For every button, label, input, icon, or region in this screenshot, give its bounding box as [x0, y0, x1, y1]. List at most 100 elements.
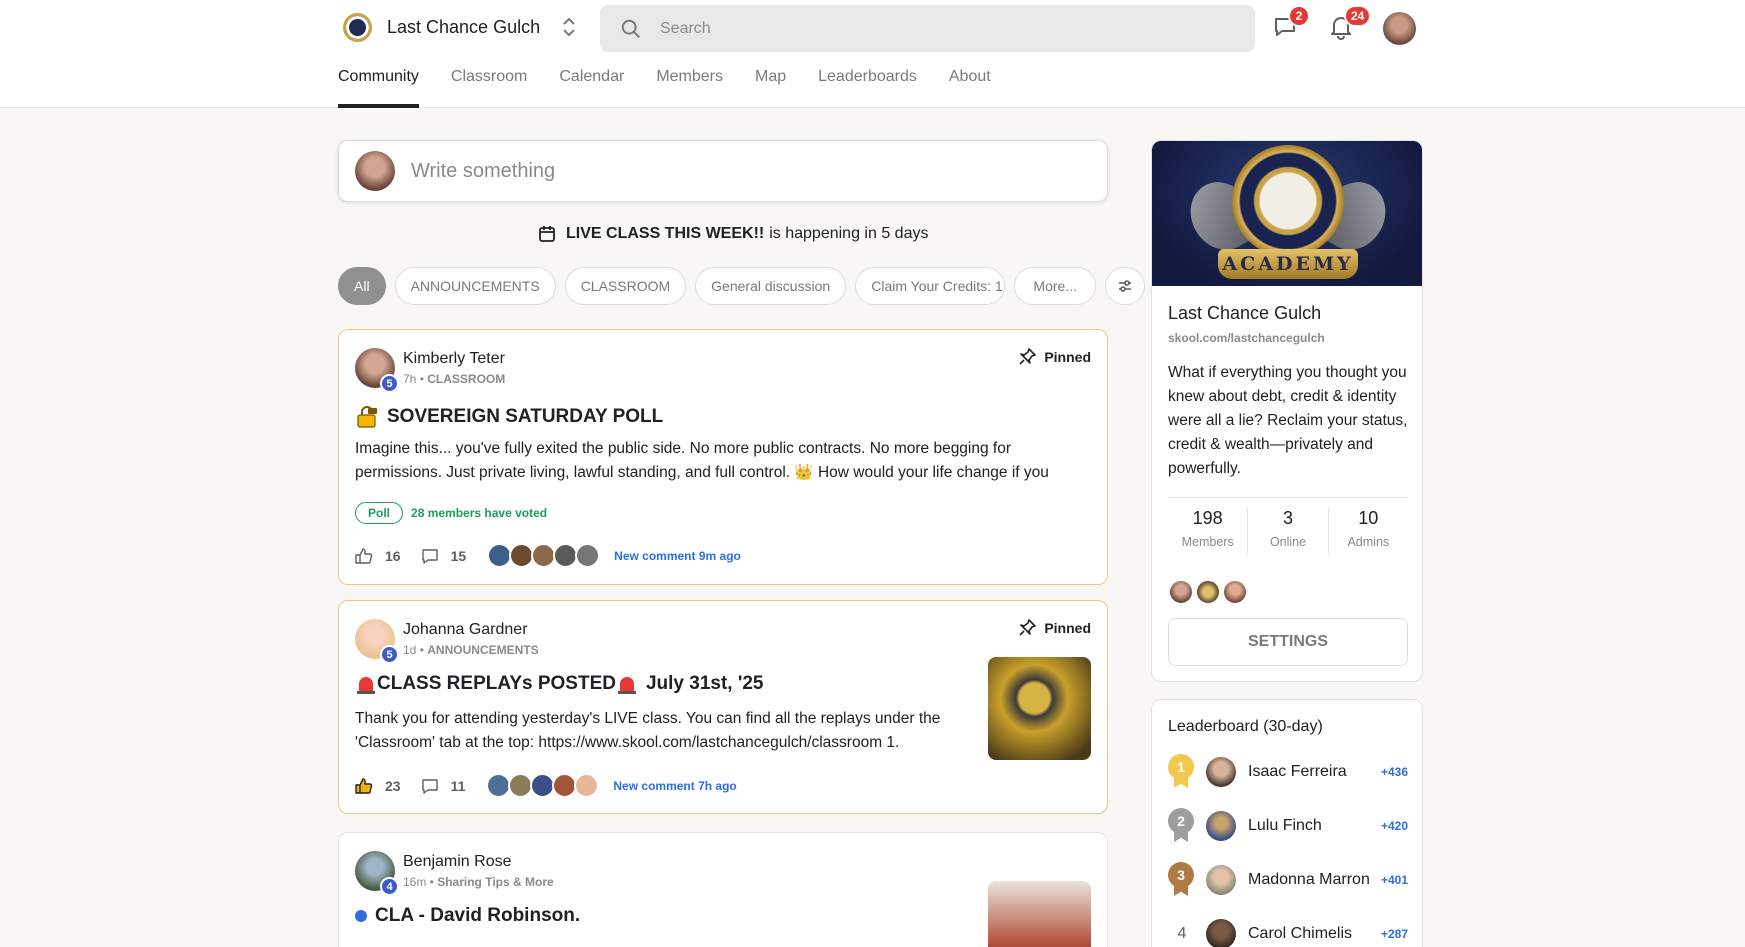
filter-claim-credits[interactable]: Claim Your Credits: 1: [855, 267, 1006, 305]
post-thumbnail[interactable]: [988, 657, 1091, 760]
post-author[interactable]: Johanna Gardner: [403, 621, 528, 639]
search-bar[interactable]: [600, 5, 1255, 52]
tab-calendar[interactable]: Calendar: [559, 68, 624, 108]
new-comment-link[interactable]: New comment 9m ago: [614, 549, 741, 563]
like-icon[interactable]: [355, 547, 373, 565]
post-category[interactable]: CLASSROOM: [427, 372, 505, 386]
notifications-badge: 24: [1344, 5, 1372, 27]
tab-members[interactable]: Members: [656, 68, 723, 108]
pinned-label: Pinned: [1019, 348, 1091, 365]
filter-more[interactable]: More...: [1014, 267, 1097, 305]
filter-all[interactable]: All: [338, 267, 386, 305]
filter-announcements[interactable]: ANNOUNCEMENTS: [394, 267, 556, 305]
post-actions: 23 11 New comment 7h ago: [355, 773, 737, 798]
post-title-date: July 31st, '25: [645, 673, 764, 694]
leader-name: Madonna Marron: [1248, 871, 1370, 888]
stat-label: Online: [1269, 535, 1307, 549]
avatar[interactable]: [1222, 579, 1248, 605]
commenter-avatars: [487, 543, 601, 568]
tab-community[interactable]: Community: [338, 68, 419, 108]
group-title: Last Chance Gulch: [1168, 303, 1322, 323]
leaderboard-row[interactable]: 1 Isaac Ferreira +436: [1168, 754, 1408, 790]
tab-map[interactable]: Map: [755, 68, 786, 108]
nav-tabs: Community Classroom Calendar Members Map…: [338, 68, 1023, 108]
poll-chip: Poll: [355, 502, 404, 524]
post-title[interactable]: CLA - David Robinson.: [355, 905, 580, 927]
gold-medal-icon: 1: [1168, 754, 1196, 790]
calendar-icon: [539, 226, 555, 242]
post-excerpt: Imagine this... you've fully exited the …: [355, 440, 1049, 481]
post-author[interactable]: Benjamin Rose: [403, 853, 512, 871]
chat-button[interactable]: 2: [1272, 5, 1310, 44]
comment-icon[interactable]: [421, 777, 439, 795]
silver-medal-icon: 2: [1168, 808, 1196, 844]
stat-admins[interactable]: 10 Admins: [1329, 508, 1408, 554]
new-comment-link[interactable]: New comment 7h ago: [613, 779, 736, 793]
group-banner[interactable]: ACADEMY: [1152, 141, 1422, 286]
search-input[interactable]: [660, 19, 1220, 38]
commenter-avatars: [486, 773, 600, 798]
comment-count: 11: [450, 777, 466, 794]
leaderboard-row[interactable]: 3 Madonna Marron +401: [1168, 862, 1408, 898]
stat-value: 198: [1192, 508, 1223, 528]
stat-value: 3: [1282, 508, 1293, 528]
post-title[interactable]: CLASS REPLAYs POSTED July 31st, '25: [355, 673, 764, 695]
post-category[interactable]: ANNOUNCEMENTS: [427, 643, 538, 657]
post-card[interactable]: 5 Johanna Gardner 1d • ANNOUNCEMENTS Pin…: [338, 600, 1108, 814]
composer-placeholder: Write something: [411, 159, 556, 182]
academy-seal-icon: [1232, 145, 1344, 257]
filter-general-discussion[interactable]: General discussion: [695, 267, 847, 305]
medal-rank: 1: [1168, 754, 1194, 780]
pinned-label: Pinned: [1019, 619, 1091, 636]
poll-summary[interactable]: Poll 28 members have voted: [355, 502, 547, 524]
filter-settings-button[interactable]: [1105, 267, 1146, 305]
group-switcher[interactable]: Last Chance Gulch: [343, 12, 576, 42]
stat-value: 10: [1358, 508, 1379, 528]
stat-members[interactable]: 198 Members: [1168, 508, 1249, 554]
chevron-up-down-icon[interactable]: [562, 16, 576, 38]
group-url[interactable]: skool.com/lastchancegulch: [1168, 331, 1325, 345]
avatar: [1206, 865, 1236, 895]
group-logo-icon: [343, 12, 372, 42]
tab-classroom[interactable]: Classroom: [451, 68, 527, 108]
post-author[interactable]: Kimberly Teter: [403, 350, 505, 368]
tab-about[interactable]: About: [949, 68, 991, 108]
settings-button[interactable]: SETTINGS: [1168, 618, 1408, 666]
like-icon[interactable]: [355, 777, 373, 795]
post-category[interactable]: Sharing Tips & More: [437, 875, 553, 889]
post-thumbnail[interactable]: [988, 881, 1091, 947]
post-card[interactable]: 5 Kimberly Teter 7h • CLASSROOM Pinned S…: [338, 329, 1108, 585]
search-icon: [621, 19, 640, 38]
leader-points: +436: [1380, 765, 1408, 779]
avatar: [1206, 919, 1236, 947]
filter-classroom[interactable]: CLASSROOM: [564, 267, 687, 305]
user-avatar[interactable]: [1383, 12, 1416, 45]
comment-count: 15: [450, 547, 467, 564]
leaderboard-row[interactable]: 2 Lulu Finch +420: [1168, 808, 1408, 844]
group-description: What if everything you thought you knew …: [1168, 364, 1408, 477]
comment-icon[interactable]: [421, 547, 439, 565]
leaderboard-row[interactable]: 4 Carol Chimelis +287: [1168, 916, 1408, 947]
admin-avatars: [1168, 579, 1249, 605]
level-badge: 5: [380, 374, 399, 393]
avatar[interactable]: [1195, 579, 1221, 605]
group-info-card: ACADEMY Last Chance Gulch skool.com/last…: [1151, 140, 1423, 682]
avatar: [574, 773, 600, 798]
leader-name: Lulu Finch: [1248, 817, 1322, 834]
banner-academy-text: ACADEMY: [1218, 249, 1358, 279]
post-time: 7h: [403, 372, 417, 386]
tab-leaderboards[interactable]: Leaderboards: [818, 68, 917, 108]
avatar[interactable]: [1168, 579, 1194, 605]
group-stats: 198 Members 3 Online 10 Admins: [1168, 497, 1408, 554]
leaderboard-title[interactable]: Leaderboard (30-day): [1168, 718, 1323, 736]
medal-rank: 3: [1168, 862, 1194, 888]
stat-online[interactable]: 3 Online: [1248, 508, 1329, 554]
post-title-text: CLA - David Robinson.: [375, 905, 581, 926]
post-title-text: CLASS REPLAYs POSTED: [377, 673, 616, 694]
post-card[interactable]: 4 Benjamin Rose 16m • Sharing Tips & Mor…: [338, 832, 1108, 947]
post-composer[interactable]: Write something: [338, 140, 1108, 202]
notifications-button[interactable]: 24: [1328, 5, 1372, 44]
post-actions: 16 15 New comment 9m ago: [355, 543, 741, 568]
post-title[interactable]: SOVEREIGN SATURDAY POLL: [355, 405, 663, 429]
upcoming-event[interactable]: LIVE CLASS THIS WEEK!! is happening in 5…: [538, 223, 928, 245]
